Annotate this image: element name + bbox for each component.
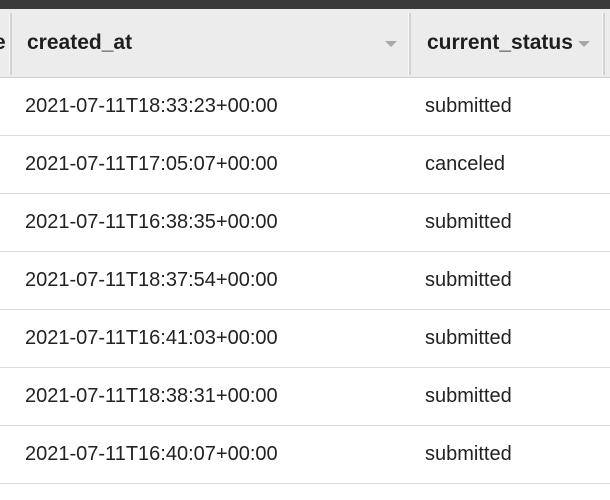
cell-current-status: submitted bbox=[425, 269, 512, 291]
table-header: e created_at current_status bbox=[0, 9, 610, 78]
cell-created-at: 2021-07-11T18:37:54+00:00 bbox=[25, 269, 278, 291]
table-body: 2021-07-11T18:33:23+00:00 submitted 2021… bbox=[0, 78, 610, 484]
cell-created-at: 2021-07-11T18:33:23+00:00 bbox=[25, 95, 278, 117]
cell-created-at: 2021-07-11T16:41:03+00:00 bbox=[25, 327, 278, 349]
cell-current-status: submitted bbox=[425, 443, 512, 465]
cell-current-status: submitted bbox=[425, 211, 512, 233]
cell-current-status: submitted bbox=[425, 385, 512, 407]
column-header-current-status[interactable]: current_status bbox=[412, 9, 602, 77]
column-header-truncated[interactable]: e bbox=[0, 9, 9, 77]
column-resize-handle[interactable] bbox=[408, 13, 411, 75]
table-row[interactable]: 2021-07-11T18:38:31+00:00 submitted bbox=[0, 368, 610, 426]
column-resize-handle[interactable] bbox=[602, 13, 605, 75]
cell-created-at: 2021-07-11T17:05:07+00:00 bbox=[25, 153, 278, 175]
column-header-label: created_at bbox=[27, 31, 133, 54]
window-top-bar bbox=[0, 0, 610, 9]
table-row[interactable]: 2021-07-11T16:38:35+00:00 submitted bbox=[0, 194, 610, 252]
sort-caret-down-icon[interactable] bbox=[578, 41, 590, 47]
cell-current-status: submitted bbox=[425, 327, 512, 349]
cell-current-status: canceled bbox=[425, 153, 506, 175]
sort-caret-down-icon[interactable] bbox=[385, 41, 397, 47]
table-row[interactable]: 2021-07-11T16:40:07+00:00 submitted bbox=[0, 426, 610, 484]
cell-created-at: 2021-07-11T18:38:31+00:00 bbox=[25, 385, 278, 407]
cell-created-at: 2021-07-11T16:38:35+00:00 bbox=[25, 211, 278, 233]
table-row[interactable]: 2021-07-11T17:05:07+00:00 canceled bbox=[0, 136, 610, 194]
table-row[interactable]: 2021-07-11T18:37:54+00:00 submitted bbox=[0, 252, 610, 310]
table-row[interactable]: 2021-07-11T16:41:03+00:00 submitted bbox=[0, 310, 610, 368]
column-header-created-at[interactable]: created_at bbox=[13, 9, 408, 77]
column-header-label: current_status bbox=[427, 31, 573, 54]
cell-created-at: 2021-07-11T16:40:07+00:00 bbox=[25, 443, 278, 465]
column-resize-handle[interactable] bbox=[9, 13, 12, 75]
table-row[interactable]: 2021-07-11T18:33:23+00:00 submitted bbox=[0, 78, 610, 136]
cell-current-status: submitted bbox=[425, 95, 512, 117]
column-header-label: e bbox=[0, 31, 6, 55]
